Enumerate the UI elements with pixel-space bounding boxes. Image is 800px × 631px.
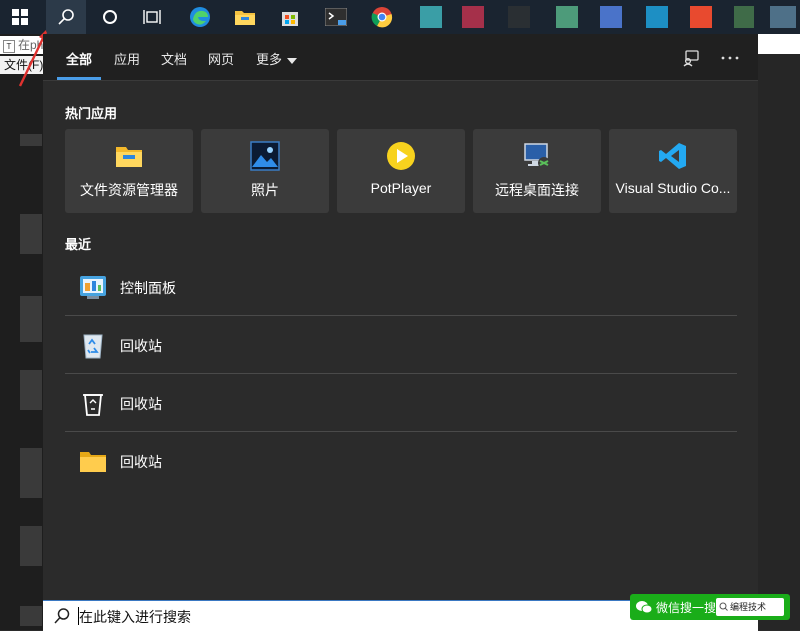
store-icon [282, 12, 298, 26]
recycle-bin-empty-icon [83, 394, 103, 416]
chrome-icon [371, 7, 393, 28]
folder-icon [116, 147, 142, 167]
recent-heading: 最近 [65, 237, 92, 252]
start-search-panel: 全部 应用 文档 网页 更多 热门应用 文件资源管理器 照片 PotPlayer… [43, 34, 758, 600]
blurred-taskbar-icon[interactable] [646, 6, 668, 28]
watermark-box-text: 编程技术 [730, 602, 767, 612]
active-tab-indicator [57, 77, 101, 80]
recent-item-recycle-bin[interactable]: 回收站 [65, 316, 737, 374]
blurred-taskbar-icon[interactable] [770, 6, 796, 28]
blurred-taskbar-icon[interactable] [462, 6, 484, 28]
remote-desktop-icon [524, 143, 550, 169]
recent-item-label: 控制面板 [120, 280, 176, 296]
blurred-taskbar-icon[interactable] [420, 6, 442, 28]
app-tile-label: PotPlayer [370, 180, 432, 196]
recent-item-recycle-bin[interactable]: 回收站 [65, 432, 737, 490]
blurred-text [20, 606, 42, 626]
watermark-search-box: 编程技术 [716, 598, 784, 616]
search-icon [719, 602, 728, 611]
control-panel-icon [80, 276, 106, 299]
terminal-icon [325, 8, 347, 26]
chevron-down-icon [287, 57, 298, 64]
task-view-button[interactable] [132, 0, 172, 34]
blurred-text [20, 526, 42, 566]
app-tile-label: 照片 [251, 182, 279, 198]
wechat-icon [636, 601, 652, 614]
app-tile-label: 文件资源管理器 [80, 182, 178, 198]
tab-more-label: 更多 [256, 52, 283, 67]
background-toolbar [758, 34, 800, 54]
tab-web[interactable]: 网页 [208, 49, 234, 68]
blurred-text [20, 134, 42, 146]
watermark-text: 微信搜一搜 [656, 601, 717, 615]
app-tile-label: Visual Studio Co... [615, 180, 731, 196]
photos-icon [250, 141, 280, 171]
task-view-icon [143, 10, 161, 24]
potplayer-icon [387, 142, 415, 170]
folder-icon [235, 11, 255, 25]
blurred-text [20, 296, 42, 342]
tab-more[interactable]: 更多 [256, 49, 298, 68]
store-taskbar-button[interactable] [270, 0, 310, 34]
blurred-text [20, 448, 42, 498]
blurred-text [20, 214, 42, 254]
tab-documents[interactable]: 文档 [161, 49, 187, 68]
app-tile-file-explorer[interactable]: 文件资源管理器 [65, 129, 193, 213]
wechat-watermark: 微信搜一搜 编程技术 [630, 594, 790, 620]
recycle-bin-full-icon [83, 334, 103, 359]
blurred-taskbar-icon[interactable] [508, 6, 530, 28]
blurred-taskbar-icon[interactable] [600, 6, 622, 28]
folder-icon [80, 452, 106, 472]
recent-item-label: 回收站 [120, 338, 162, 354]
app-tile-label: 远程桌面连接 [495, 182, 579, 198]
recent-item-control-panel[interactable]: 控制面板 [65, 258, 737, 316]
search-icon [54, 608, 70, 624]
edge-icon [190, 7, 210, 27]
more-options-button[interactable] [718, 46, 742, 70]
taskbar [0, 0, 800, 34]
recent-item-label: 回收站 [120, 454, 162, 470]
background-right-edge [758, 34, 800, 630]
windows-logo-icon [12, 9, 28, 25]
app-tile-remote-desktop[interactable]: 远程桌面连接 [473, 129, 601, 213]
app-tile-vscode[interactable]: Visual Studio Co... [609, 129, 737, 213]
blurred-taskbar-icon[interactable] [690, 6, 712, 28]
top-apps-heading: 热门应用 [65, 106, 118, 121]
cortana-button[interactable] [90, 0, 130, 34]
recent-item-label: 回收站 [120, 396, 162, 412]
file-explorer-taskbar-button[interactable] [225, 0, 265, 34]
vscode-icon [659, 143, 686, 169]
blurred-text [20, 370, 42, 410]
app-tile-potplayer[interactable]: PotPlayer [337, 129, 465, 213]
edge-taskbar-button[interactable] [180, 0, 220, 34]
terminal-taskbar-button[interactable] [316, 0, 356, 34]
search-tabs: 全部 应用 文档 网页 更多 [43, 34, 758, 81]
recent-item-recycle-bin[interactable]: 回收站 [65, 374, 737, 432]
search-icon [58, 9, 74, 25]
app-tile-photos[interactable]: 照片 [201, 129, 329, 213]
feedback-button[interactable] [679, 46, 703, 70]
tab-apps[interactable]: 应用 [114, 49, 140, 68]
feedback-icon [683, 50, 699, 67]
chrome-taskbar-button[interactable] [362, 0, 402, 34]
ellipsis-icon [721, 56, 739, 60]
cortana-icon [103, 10, 117, 24]
background-app-window: T 在ph 文件(F) [0, 30, 48, 630]
blurred-taskbar-icon[interactable] [556, 6, 578, 28]
search-input[interactable]: 在此键入进行搜索 [79, 607, 191, 627]
blurred-taskbar-icon[interactable] [734, 6, 754, 28]
tab-all[interactable]: 全部 [66, 49, 92, 68]
